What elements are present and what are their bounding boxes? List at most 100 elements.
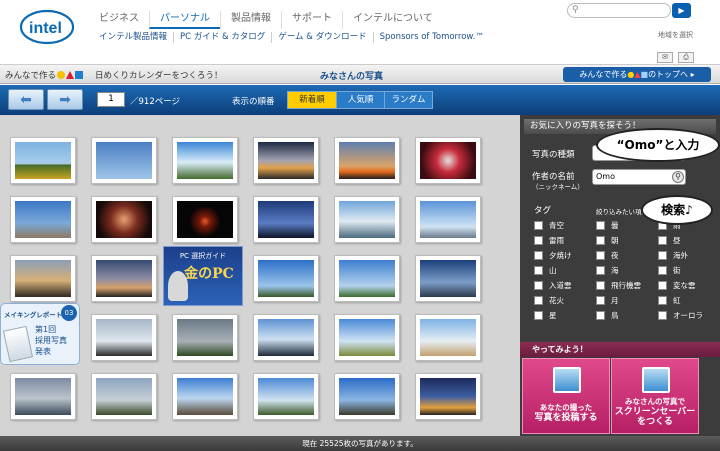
arrow-right-icon: ▶ xyxy=(678,6,685,15)
making-report-body: 第1回 採用写真 発表 xyxy=(35,324,67,357)
photo-thumb[interactable] xyxy=(415,137,481,184)
nav-tab-products[interactable]: 製品情報 xyxy=(220,11,281,29)
making-report-banner[interactable]: メイキングレポート 03 第1回 採用写真 発表 xyxy=(0,303,80,365)
top-button-suffix: のトップへ ▸ xyxy=(648,70,695,79)
red-triangle-icon xyxy=(66,71,75,79)
tag-checkbox[interactable]: 海外 xyxy=(658,250,688,261)
calendar-promo[interactable]: みんなで作る 日めくりカレンダーをつくろう！ xyxy=(5,69,223,81)
tag-checkbox[interactable]: 鳥 xyxy=(596,310,619,321)
prev-page-button[interactable]: ⬅ xyxy=(8,89,44,110)
top-page-button[interactable]: みんなで作る●▲■のトップへ ▸ xyxy=(563,67,711,82)
author-sublabel: （ニックネーム） xyxy=(532,183,584,191)
tag-checkbox[interactable]: 星 xyxy=(534,310,557,321)
subnav-pc-guide[interactable]: PC ガイド & カタログ xyxy=(173,32,271,43)
annotation-bubble-search: 検索♪ xyxy=(641,195,713,225)
tag-checkbox[interactable]: 夕焼け xyxy=(534,250,572,261)
tag-checkbox[interactable]: 花火 xyxy=(534,295,564,306)
upload-icon xyxy=(553,367,581,393)
photo-thumb[interactable] xyxy=(91,255,157,302)
tag-checkbox[interactable]: 山 xyxy=(534,265,557,276)
tag-checkbox[interactable]: 昼 xyxy=(658,235,681,246)
photo-thumb[interactable] xyxy=(10,137,76,184)
photo-thumb[interactable] xyxy=(334,137,400,184)
tag-checkbox[interactable]: 月 xyxy=(596,295,619,306)
nav-tab-support[interactable]: サポート xyxy=(281,11,342,29)
promo-bar: みんなで作る 日めくりカレンダーをつくろう！ みなさんの写真 みんなで作る●▲■… xyxy=(0,64,720,84)
region-select-link[interactable]: 地域を選択 xyxy=(658,30,693,40)
subnav-sponsors[interactable]: Sponsors of Tomorrow.™ xyxy=(372,32,490,43)
tag-checkbox[interactable]: 夜 xyxy=(596,250,619,261)
top-button-label: みんなで作る xyxy=(579,70,628,79)
nav-tab-about[interactable]: インテルについて xyxy=(342,11,443,29)
mail-icon[interactable]: ✉ xyxy=(657,52,673,63)
nav-tab-personal[interactable]: パーソナル xyxy=(149,11,220,29)
tag-checkbox[interactable]: オーロラ xyxy=(658,310,703,321)
screensaver-button[interactable]: みなさんの写真で スクリーンセーバー をつくる xyxy=(611,358,699,434)
try-heading: やってみよう！ xyxy=(520,342,720,357)
page-total: ／912ページ xyxy=(130,97,181,107)
photo-thumb[interactable] xyxy=(91,314,157,361)
tag-checkbox[interactable]: 雷雨 xyxy=(534,235,564,246)
photo-thumb[interactable] xyxy=(172,137,238,184)
pc-guide-banner[interactable]: PC 選択ガイド 金のPC xyxy=(163,246,243,306)
promo-subtitle: 日めくりカレンダーをつくろう！ xyxy=(95,71,223,81)
post-photo-button[interactable]: あなたの撮った 写真を投稿する xyxy=(522,358,610,434)
photo-thumb[interactable] xyxy=(253,373,319,420)
intel-logo[interactable]: intel xyxy=(19,8,75,46)
tag-checkbox[interactable]: 変な雲 xyxy=(658,280,696,291)
photo-thumb[interactable] xyxy=(415,314,481,361)
photo-thumb[interactable] xyxy=(415,255,481,302)
page-number-input[interactable]: 1 xyxy=(97,92,125,107)
making-line-3: 発表 xyxy=(35,347,51,356)
sort-order-tabs: 新着順 人気順 ランダム xyxy=(287,91,433,109)
photo-thumb[interactable] xyxy=(253,137,319,184)
search-icon: ⚲ xyxy=(572,5,579,15)
search-input[interactable]: ⚲ xyxy=(567,3,671,18)
photo-thumb[interactable] xyxy=(91,373,157,420)
search-icon[interactable]: ⚲ xyxy=(672,171,684,183)
photo-thumb[interactable] xyxy=(334,314,400,361)
tag-checkbox[interactable]: 飛行機雲 xyxy=(596,280,641,291)
tag-checkbox[interactable]: 青空 xyxy=(534,220,564,231)
sort-newest-tab[interactable]: 新着順 xyxy=(288,92,336,108)
making-report-number: 03 xyxy=(61,305,77,321)
photo-thumb[interactable] xyxy=(172,373,238,420)
photo-thumb[interactable] xyxy=(10,196,76,243)
sort-popular-tab[interactable]: 人気順 xyxy=(336,92,384,108)
tag-checkbox[interactable]: 曇 xyxy=(596,220,619,231)
photo-type-label: 写真の種類 xyxy=(532,150,575,160)
photo-thumb[interactable] xyxy=(91,196,157,243)
photo-thumb[interactable] xyxy=(415,373,481,420)
photo-thumb[interactable] xyxy=(415,196,481,243)
photo-thumb[interactable] xyxy=(253,255,319,302)
tag-checkbox[interactable]: 街 xyxy=(658,265,681,276)
sort-random-tab[interactable]: ランダム xyxy=(384,92,432,108)
tag-checkbox[interactable]: 入道雲 xyxy=(534,280,572,291)
photo-thumb[interactable] xyxy=(172,196,238,243)
tag-checkbox[interactable]: 海 xyxy=(596,265,619,276)
print-icon[interactable]: ⎙ xyxy=(678,52,694,63)
nav-tab-business[interactable]: ビジネス xyxy=(95,11,149,29)
photo-thumb[interactable] xyxy=(334,373,400,420)
photo-thumb[interactable] xyxy=(253,196,319,243)
next-page-button[interactable]: ➡ xyxy=(47,89,83,110)
subnav-games[interactable]: ゲーム & ダウンロード xyxy=(271,32,372,43)
photo-thumb[interactable] xyxy=(253,314,319,361)
photo-count-footer: 現在 25525枚の写真があります。 xyxy=(0,436,720,451)
tag-checkbox[interactable]: 朝 xyxy=(596,235,619,246)
photo-thumb[interactable] xyxy=(334,196,400,243)
photo-thumb[interactable] xyxy=(172,314,238,361)
photo-thumb[interactable] xyxy=(91,137,157,184)
search-button[interactable]: ▶ xyxy=(672,3,691,18)
tag-checkbox[interactable]: 虹 xyxy=(658,295,681,306)
blue-square-icon xyxy=(75,71,84,79)
making-line-2: 採用写真 xyxy=(35,336,67,345)
subnav-products[interactable]: インテル製品情報 xyxy=(95,32,173,43)
main-nav: ビジネス パーソナル 製品情報 サポート インテルについて xyxy=(95,11,443,29)
photo-thumb[interactable] xyxy=(334,255,400,302)
tag-label: タグ xyxy=(534,206,552,216)
photo-thumb[interactable] xyxy=(10,373,76,420)
arrow-right-icon: ➡ xyxy=(59,92,71,108)
photo-thumb[interactable] xyxy=(10,255,76,302)
angel-statue-icon xyxy=(168,271,188,301)
